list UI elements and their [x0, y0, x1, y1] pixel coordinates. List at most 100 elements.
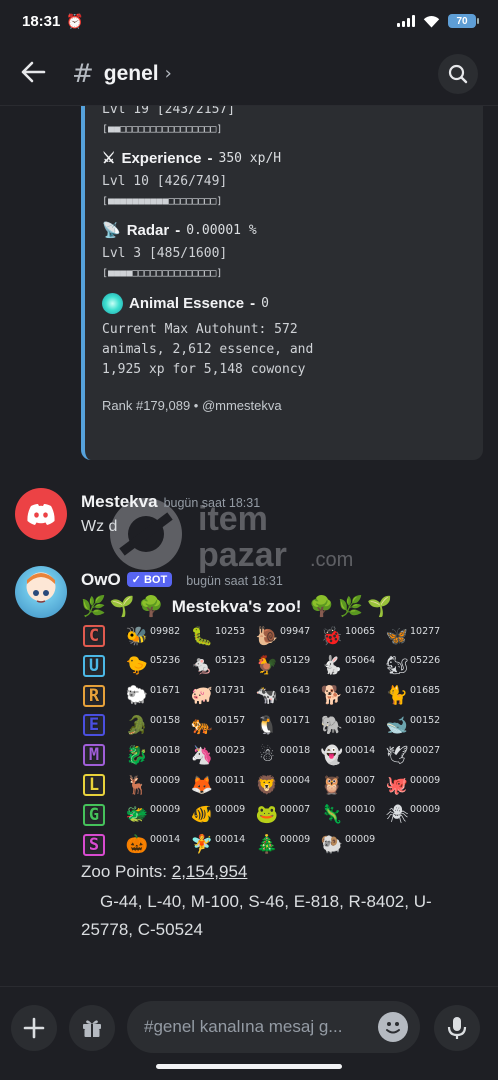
animal-icon: 🐇: [320, 655, 344, 677]
herb-icon: 🌿: [81, 596, 106, 618]
zoo-row: U 🐤 05236 🐁 05123 🐓 05129 🐇 05064 🐿 05226: [83, 653, 450, 679]
animal-icon: 🐞: [320, 625, 344, 647]
animal-icon: 🦎: [320, 804, 344, 826]
animal-icon: 🐊: [125, 714, 149, 736]
animal-count: 10065: [345, 625, 376, 637]
rank-footer: Rank #179,089 • @mmestekva: [102, 398, 282, 413]
microphone-icon: [447, 1017, 467, 1039]
back-arrow-icon[interactable]: [20, 57, 54, 90]
animal-icon: 🐉: [125, 744, 149, 766]
animal-count: 00158: [150, 714, 181, 726]
zoo-animal: 🦁 00004: [255, 775, 320, 796]
zoo-row: S 🎃 00014 🧚 00014 🎄 00009 🐏 00009: [83, 832, 385, 858]
zoo-animal: ☃ 00018: [255, 745, 320, 766]
animal-count: 00009: [345, 834, 376, 846]
discord-logo-icon: [27, 503, 55, 525]
zoo-animal: 🧚 00014: [190, 834, 255, 855]
tier-badge: L: [83, 774, 105, 796]
status-bar: 18:31 ⏰ 70: [0, 0, 498, 42]
zoo-animal: 🦋 10277: [385, 626, 450, 647]
animal-icon: 🐠: [190, 804, 214, 826]
zoo-animal: 🐙 00009: [385, 775, 450, 796]
satellite-dish-icon: 📡: [102, 222, 121, 239]
zoo-animal: 🐲 00009: [125, 804, 190, 825]
animal-icon: 👻: [320, 744, 344, 766]
search-button[interactable]: [438, 53, 478, 94]
animal-count: 00171: [280, 714, 311, 726]
zoo-tier-counts: G-44, L-40, M-100, S-46, E-818, R-8402, …: [81, 892, 432, 939]
animal-count: 00014: [345, 744, 376, 756]
gift-button[interactable]: [69, 1005, 115, 1051]
animal-icon: 🦊: [190, 774, 214, 796]
animal-count: 00004: [280, 774, 311, 786]
embed-bar-partial: [■■□□□□□□□□□□□□□□□□]: [102, 124, 223, 135]
experience-value: 350 xp/H: [218, 150, 282, 166]
tier-badge: R: [83, 684, 105, 707]
zoo-animal: 🐓 05129: [255, 655, 320, 676]
zoo-animal: 🎃 00014: [125, 834, 190, 855]
avatar[interactable]: [15, 488, 67, 540]
animal-count: 00157: [215, 714, 246, 726]
zoo-animal: 🦌 00009: [125, 775, 190, 796]
zoo-animal: 🐖 01731: [190, 685, 255, 706]
animal-icon: 🕷: [385, 804, 409, 826]
animal-count: 00180: [345, 714, 376, 726]
tree-icon: 🌳: [138, 596, 164, 618]
zoo-animal: 🐈 01685: [385, 685, 450, 706]
chevron-right-icon[interactable]: ›: [165, 63, 172, 84]
zoo-animal: 🕊 00027: [385, 745, 450, 766]
animal-icon: 🐑: [125, 685, 149, 707]
animal-icon: ☃: [258, 744, 276, 766]
animal-icon: 🐕: [320, 685, 344, 707]
zoo-points: Zoo Points: 2,154,954: [81, 862, 248, 881]
animal-count: 01671: [150, 685, 181, 697]
swords-icon: ⚔: [102, 150, 116, 167]
animal-icon: 🐄: [255, 685, 279, 707]
animal-icon: 🐙: [385, 774, 409, 796]
animal-count: 00023: [215, 744, 246, 756]
animal-icon: 🦉: [320, 774, 344, 796]
message-author[interactable]: Mestekva bugün saat 18:31: [81, 492, 260, 512]
animal-count: 09947: [280, 625, 311, 637]
animal-count: 00018: [150, 744, 181, 756]
animal-count: 00014: [150, 834, 181, 846]
zoo-animal: 🐋 00152: [385, 715, 450, 736]
tier-badge: C: [83, 625, 105, 647]
tier-badge: S: [83, 833, 105, 856]
animal-count: 01731: [215, 685, 246, 697]
battery-level: 70: [456, 15, 468, 27]
animal-icon: 🐸: [255, 804, 279, 826]
zoo-animal: 🐸 00007: [255, 804, 320, 825]
animal-count: 01643: [280, 685, 311, 697]
tier-badge: G: [83, 803, 105, 826]
animal-count: 05226: [410, 655, 441, 667]
avatar[interactable]: [15, 566, 67, 618]
radar-stat: 📡 Radar - 0.00001 %: [102, 221, 257, 240]
zoo-animal: 🐇 05064: [320, 655, 385, 676]
channel-name[interactable]: genel: [104, 62, 159, 86]
essence-title: Animal Essence: [129, 295, 245, 312]
animal-icon: 🦁: [255, 774, 279, 796]
add-attachment-button[interactable]: [11, 1005, 57, 1051]
animal-icon: 🐘: [320, 714, 344, 736]
animal-count: 10277: [410, 625, 441, 637]
message-input[interactable]: #genel kanalına mesaj g...: [127, 1001, 420, 1053]
animal-icon: 🕊: [385, 744, 409, 766]
essence-orb-icon: [102, 293, 123, 314]
owo-avatar-icon: [27, 573, 55, 603]
message-list[interactable]: Lvl 19 [243/2157] [■■□□□□□□□□□□□□□□□□] ⚔…: [0, 106, 498, 986]
animal-count: 00009: [410, 804, 441, 816]
message-author[interactable]: OwO ✓ BOT bugün saat 18:31: [81, 570, 283, 590]
gift-icon: [83, 1020, 101, 1037]
voice-message-button[interactable]: [434, 1005, 480, 1051]
bot-embed: Lvl 19 [243/2157] [■■□□□□□□□□□□□□□□□□] ⚔…: [81, 106, 483, 460]
animal-count: 01672: [345, 685, 376, 697]
animal-icon: 🐲: [125, 804, 149, 826]
animal-icon: 🐤: [125, 655, 149, 677]
zoo-animal: 🦊 00011: [190, 775, 255, 796]
emoji-button[interactable]: [378, 1012, 408, 1042]
animal-icon: 🎄: [255, 834, 279, 856]
animal-icon: 🐿: [385, 655, 409, 677]
animal-icon: 🐓: [255, 655, 279, 677]
watermark-suffix: .com: [310, 549, 353, 571]
